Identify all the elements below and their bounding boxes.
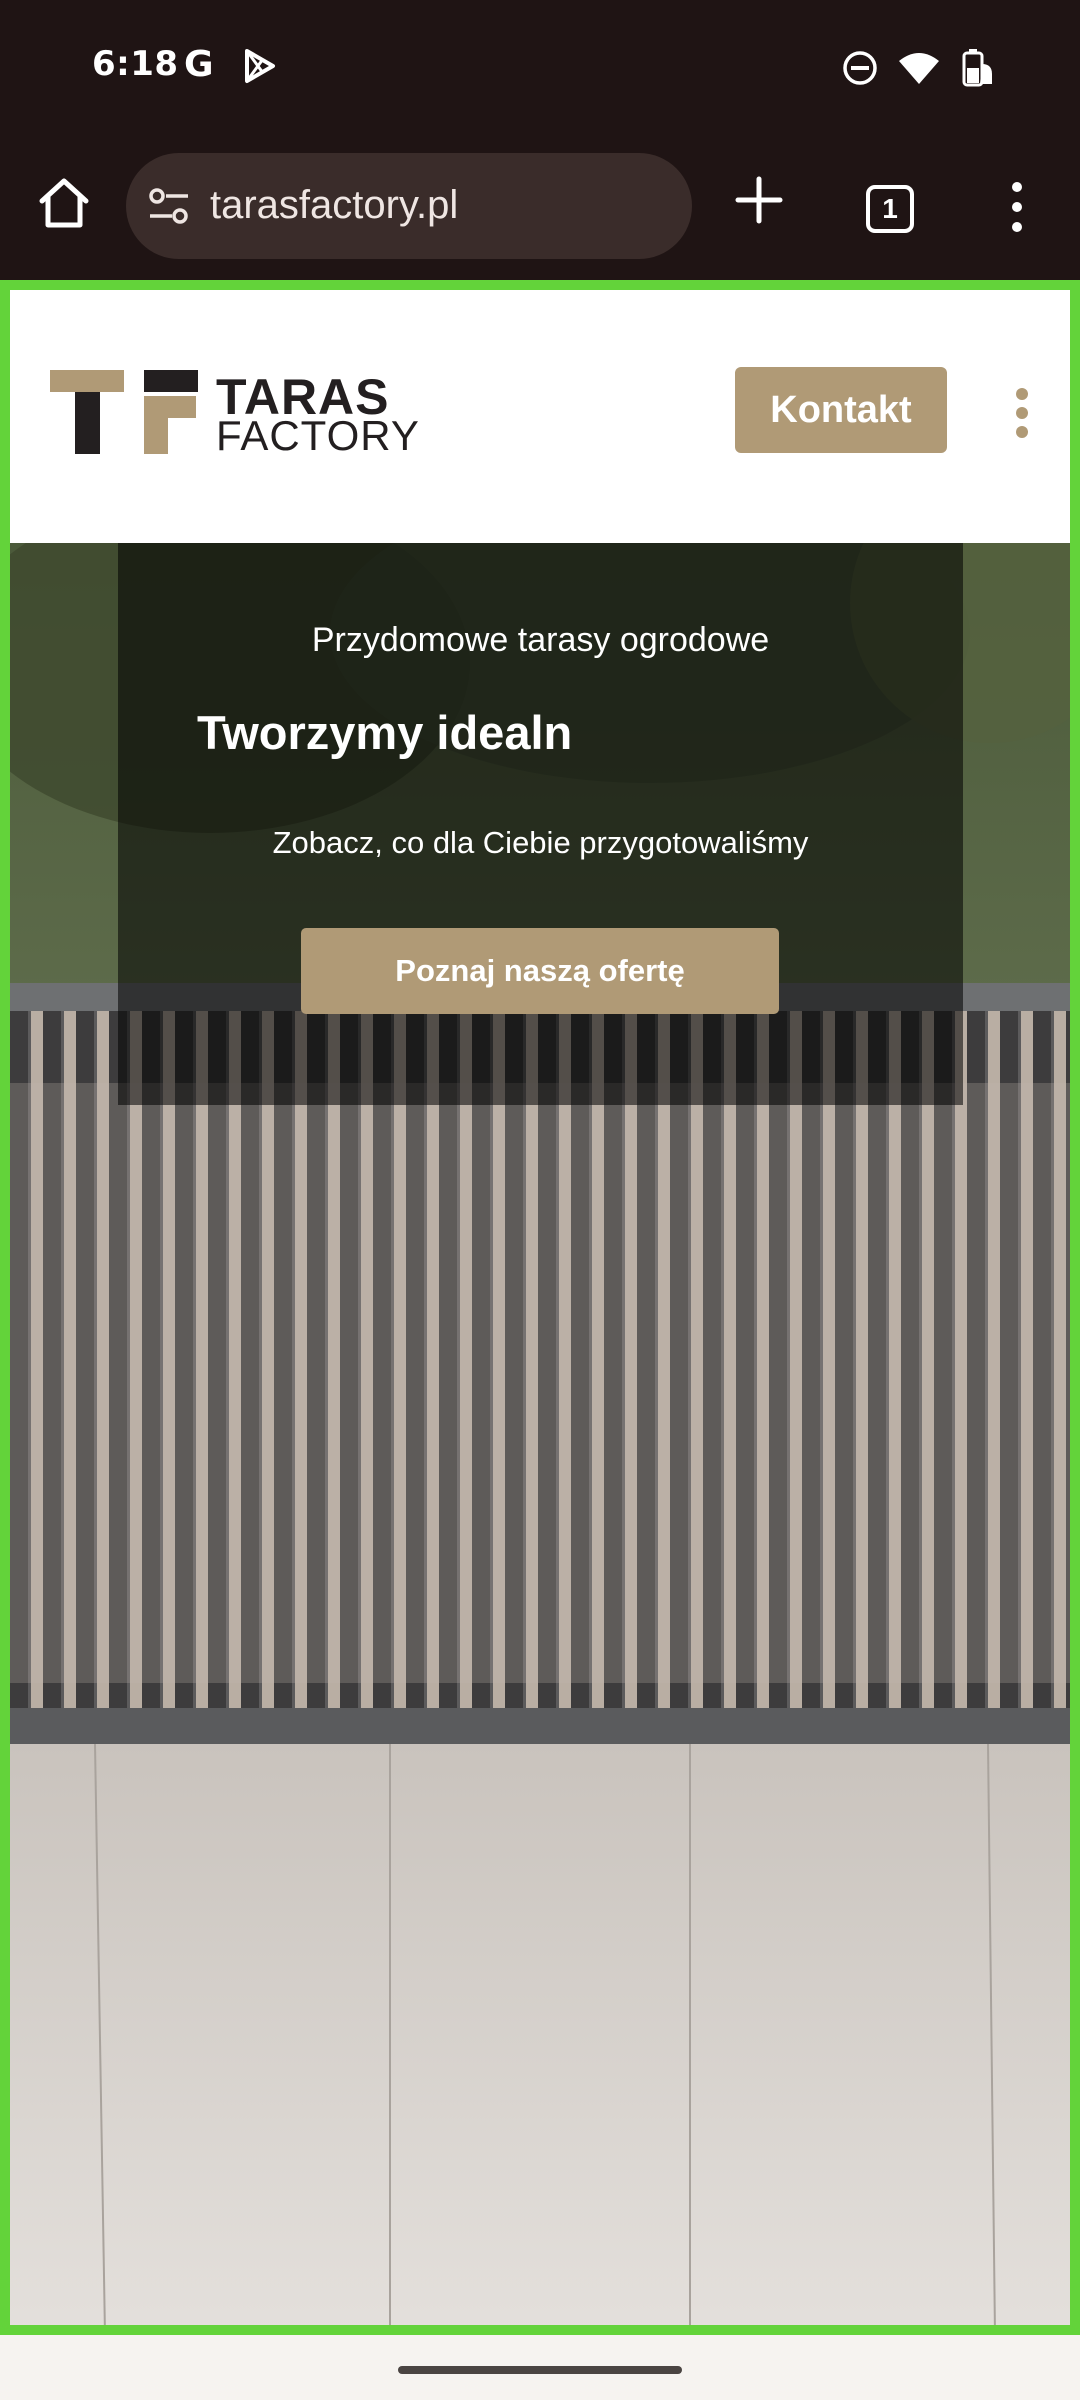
logo-text-factory: FACTORY <box>216 412 420 459</box>
play-store-icon <box>245 49 275 83</box>
hero-section: Przydomowe tarasy ogrodowe Tworzymy idea… <box>10 543 1070 2325</box>
site-header: TARAS FACTORY Kontakt <box>10 290 1070 543</box>
site-menu-icon[interactable] <box>1014 388 1030 438</box>
wifi-icon <box>899 53 939 84</box>
hero-subtitle: Przydomowe tarasy ogrodowe <box>311 621 770 659</box>
battery-icon <box>962 49 992 87</box>
status-icons <box>842 48 994 88</box>
home-icon[interactable] <box>36 175 92 231</box>
gesture-handle[interactable] <box>398 2366 682 2374</box>
hero-overlay: Przydomowe tarasy ogrodowe Tworzymy idea… <box>118 543 963 1105</box>
tabs-button[interactable]: 1 <box>866 185 914 233</box>
overflow-menu-icon[interactable] <box>1004 179 1030 235</box>
site-settings-icon[interactable] <box>146 183 192 229</box>
web-viewport: TARAS FACTORY Kontakt Przydomowe tarasy … <box>0 280 1080 2335</box>
kontakt-button[interactable]: Kontakt <box>735 367 947 453</box>
google-icon: G <box>184 44 214 85</box>
hero-description: Zobacz, co dla Ciebie przygotowaliśmy <box>272 825 809 860</box>
browser-toolbar: tarasfactory.pl 1 <box>0 135 1080 280</box>
url-bar[interactable]: tarasfactory.pl <box>126 153 692 259</box>
url-text[interactable]: tarasfactory.pl <box>210 183 458 228</box>
status-time: 6:18 <box>92 44 179 84</box>
status-bar: 6:18 G <box>0 0 1080 135</box>
offer-button[interactable]: Poznaj naszą ofertę <box>301 928 779 1014</box>
do-not-disturb-icon <box>843 51 877 85</box>
new-tab-icon[interactable] <box>734 175 784 225</box>
hero-title: Tworzymy idealn <box>197 706 573 759</box>
